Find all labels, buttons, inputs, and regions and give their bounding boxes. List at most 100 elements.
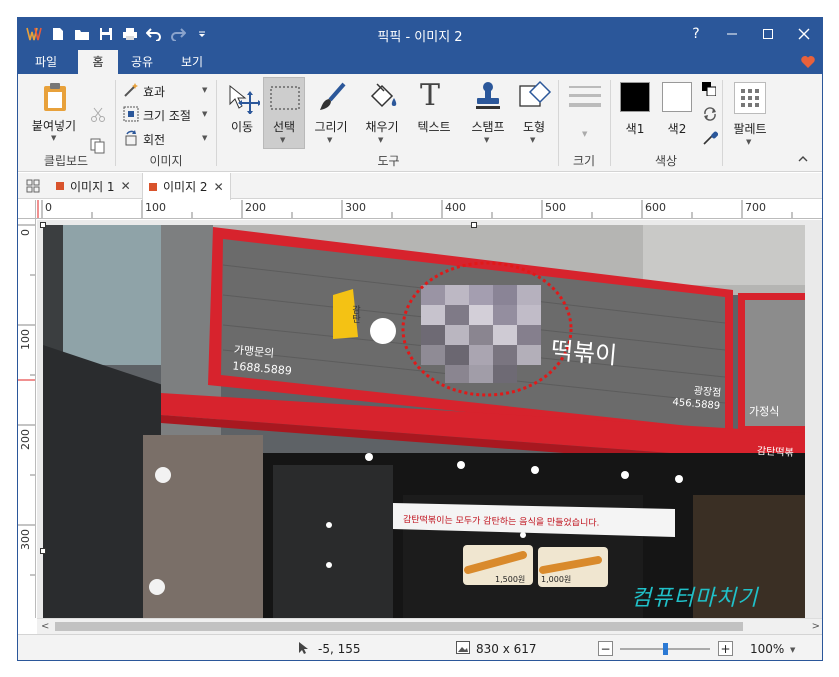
- watermark-text: 컴퓨터마치기: [631, 586, 759, 611]
- chevron-down-icon: ▼: [484, 136, 490, 144]
- color2-label: 색2: [667, 122, 687, 136]
- document-tab[interactable]: 이미지 1 ✕: [50, 173, 137, 199]
- document-tab[interactable]: 이미지 2 ✕: [142, 173, 231, 200]
- close-button[interactable]: [786, 18, 822, 50]
- text-tool-button[interactable]: T 텍스트: [412, 78, 456, 144]
- tab-view[interactable]: 보기: [172, 50, 212, 74]
- stamp-tool-button[interactable]: 스탬프 ▼: [464, 78, 512, 148]
- close-icon[interactable]: ✕: [121, 179, 131, 193]
- status-bar: -5, 155 830 x 617 − + 100% ▼: [18, 634, 822, 660]
- line-width-icon: [569, 84, 601, 113]
- fill-label: 채우기: [365, 120, 399, 134]
- horizontal-scrollbar[interactable]: < >: [37, 618, 822, 634]
- palette-button[interactable]: 팔레트 ▼: [728, 80, 772, 146]
- eyedropper-icon[interactable]: [702, 130, 719, 149]
- color1-button[interactable]: 색1: [618, 80, 652, 140]
- selection-handle[interactable]: [40, 222, 46, 228]
- ruler-tick-label: 400: [445, 201, 466, 214]
- shape-tool-button[interactable]: 도형 ▼: [514, 78, 554, 148]
- selection-rectangle-icon: [270, 86, 300, 113]
- maximize-button[interactable]: [750, 18, 786, 50]
- paint-bucket-icon: [368, 82, 398, 115]
- image-canvas[interactable]: 가맹문의 1688.5889 떡볶이 감탄 광장점 456.5889 가정식 감…: [37, 220, 822, 618]
- heart-icon[interactable]: [800, 54, 816, 70]
- vertical-ruler: 0 100 200 300: [18, 219, 36, 618]
- chevron-down-icon: ▼: [202, 86, 208, 94]
- document-tab-label: 이미지 1: [70, 179, 115, 194]
- resize-icon: [123, 106, 139, 125]
- shapes-icon: [518, 80, 552, 115]
- collapse-ribbon-icon[interactable]: [798, 152, 808, 166]
- text-label: 텍스트: [417, 120, 451, 134]
- ribbon-tab-bar: 파일 홈 공유 보기: [18, 50, 822, 74]
- image-size: 830 x 617: [476, 642, 537, 656]
- ruler-tick-label: 0: [19, 229, 32, 236]
- zoom-in-button[interactable]: +: [718, 641, 733, 656]
- scroll-right-icon[interactable]: >: [812, 621, 820, 632]
- tab-share[interactable]: 공유: [122, 50, 162, 74]
- awning-text: 감탄떡볶: [756, 446, 794, 459]
- color1-label: 색1: [625, 122, 645, 136]
- move-label: 이동: [230, 120, 254, 134]
- resize-button[interactable]: 크기 조절: [123, 106, 191, 125]
- color2-button[interactable]: 색2: [660, 80, 694, 140]
- chevron-down-icon: ▼: [530, 136, 536, 144]
- resize-label: 크기 조절: [143, 109, 191, 123]
- storefront-photo: 가맹문의 1688.5889 떡볶이 감탄 광장점 456.5889 가정식 감…: [43, 225, 805, 618]
- ribbon: 붙여넣기 ▼ 클립보드 효과 ▼ 크기 조절 ▼ 회전 ▼ 이미지 이동 선택 …: [18, 74, 822, 172]
- select-tool-button[interactable]: 선택 ▼: [263, 77, 305, 149]
- ribbon-divider: [722, 80, 723, 166]
- chevron-down-icon: ▼: [378, 136, 384, 144]
- logo-text: 감탄: [350, 305, 360, 323]
- ruler-tick-label: 300: [345, 201, 366, 214]
- help-icon[interactable]: ?: [678, 18, 714, 50]
- tab-grid-icon[interactable]: [26, 179, 40, 196]
- chevron-down-icon: ▼: [202, 110, 208, 118]
- window-controls: ?: [678, 18, 822, 50]
- document-tab-label: 이미지 2: [163, 180, 208, 194]
- sign-right-text: 광장점 456.5889: [672, 383, 722, 413]
- zoom-level[interactable]: 100%: [750, 642, 784, 656]
- move-cursor-icon: [228, 84, 262, 117]
- zoom-out-button[interactable]: −: [598, 641, 613, 656]
- stamp-icon: [474, 80, 502, 115]
- document-tab-strip: 이미지 1 ✕ 이미지 2 ✕: [18, 173, 822, 200]
- clipboard-icon: [42, 82, 68, 115]
- scroll-left-icon[interactable]: <: [41, 621, 49, 632]
- tools-group-label: 도구: [377, 154, 400, 168]
- minimize-button[interactable]: [714, 18, 750, 50]
- fill-tool-button[interactable]: 채우기 ▼: [360, 78, 404, 148]
- paste-button[interactable]: 붙여넣기 ▼: [26, 80, 82, 142]
- tab-file[interactable]: 파일: [24, 50, 68, 74]
- ruler-tick-label: 500: [545, 201, 566, 214]
- sign-main-text: 떡볶이: [549, 336, 619, 370]
- image-marker-icon: [56, 182, 64, 190]
- cut-icon[interactable]: [90, 107, 106, 126]
- price-label: 1,500원: [495, 575, 526, 584]
- select-label: 선택: [272, 120, 296, 134]
- move-tool-button[interactable]: 이동: [222, 78, 262, 144]
- selection-handle[interactable]: [471, 222, 477, 228]
- chevron-down-icon: ▼: [582, 130, 588, 138]
- chevron-down-icon: ▼: [327, 136, 333, 144]
- zoom-slider-thumb[interactable]: [663, 643, 668, 655]
- shape-label: 도형: [522, 120, 546, 134]
- default-colors-icon[interactable]: [702, 82, 717, 99]
- paste-label: 붙여넣기: [31, 119, 77, 133]
- line-width-button[interactable]: ▼: [566, 82, 604, 140]
- selection-handle[interactable]: [40, 548, 46, 554]
- rotate-button[interactable]: 회전: [123, 130, 165, 149]
- swap-colors-icon[interactable]: [702, 106, 718, 125]
- rotate-label: 회전: [143, 133, 166, 147]
- close-icon[interactable]: ✕: [214, 180, 224, 194]
- zoom-slider[interactable]: [620, 643, 710, 655]
- effect-button[interactable]: 효과: [123, 82, 165, 101]
- scrollbar-thumb[interactable]: [55, 622, 743, 631]
- draw-tool-button[interactable]: 그리기 ▼: [310, 78, 352, 148]
- tab-home[interactable]: 홈: [78, 50, 118, 74]
- palette-grid-icon: [734, 82, 766, 114]
- color1-swatch: [620, 82, 650, 112]
- ruler-tick-label: 700: [745, 201, 766, 214]
- ruler-tick-label: 0: [45, 201, 52, 214]
- chevron-down-icon[interactable]: ▼: [790, 646, 795, 654]
